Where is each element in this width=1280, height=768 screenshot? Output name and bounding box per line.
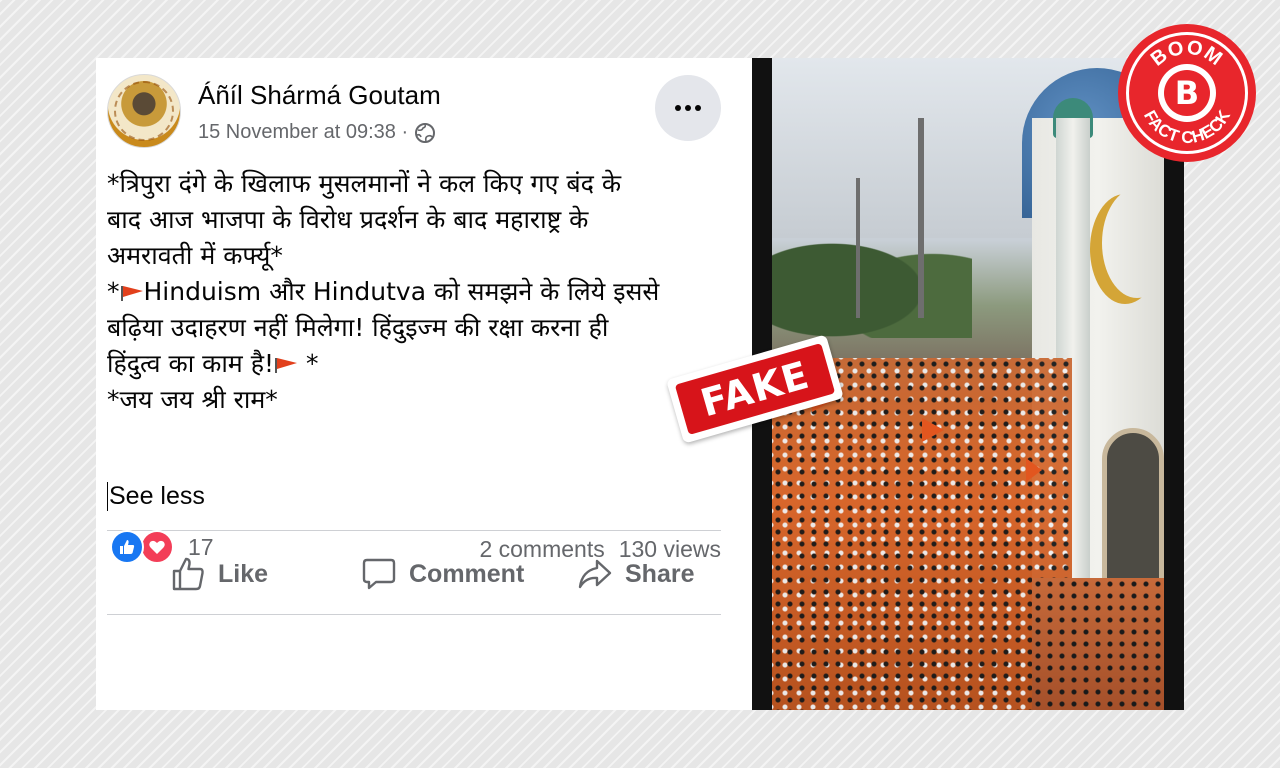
trees [772,218,972,338]
post-text-segment: हिंदुत्व का काम है! [107,349,274,378]
thumbs-up-icon [172,557,204,591]
comment-bubble-icon [362,558,396,590]
post-text-line: अमरावती में कर्फ्यू* [107,241,283,270]
post-text-line: बाद आज भाजपा के विरोध प्रदर्शन के बाद मह… [107,205,589,234]
post-text-segment: Hinduism और Hindutva को समझने के लिये इस… [143,277,660,306]
logo-core: B [1158,64,1216,122]
dot-icon [685,105,691,111]
share-label: Share [625,559,695,588]
communication-tower [856,178,860,318]
crowd [1032,578,1164,710]
like-button[interactable]: Like [170,552,268,596]
see-less-link[interactable]: See less [107,482,205,511]
share-button[interactable]: Share [577,552,694,596]
asterisk: * [305,349,319,378]
author-name[interactable]: Áñíl Shármá Goutam [198,80,441,111]
dot-icon [675,105,681,111]
more-options-button[interactable] [655,75,721,141]
facebook-post-card: Áñíl Shármá Goutam 15 November at 09:38 … [96,58,752,710]
post-text-line: *त्रिपुरा दंगे के खिलाफ मुसलमानों ने कल … [107,169,622,198]
globe-icon [415,122,436,143]
saffron-flag [1026,458,1042,482]
saffron-flag-icon [120,286,143,301]
post-text-line-4: * Hinduism और Hindutva को समझने के लिये इ… [107,274,727,310]
post-text-line-6: हिंदुत्व का काम है! * [107,346,727,382]
post-actions: Like Comment Share [96,552,752,596]
post-text-line: बढ़िया उदाहरण नहीं मिलेगा! हिंदुइज्म की … [107,313,609,342]
author-avatar[interactable] [107,74,181,148]
divider [107,530,721,531]
like-label: Like [218,559,269,588]
asterisk: * [107,277,120,306]
saffron-flag [922,418,944,442]
comment-label: Comment [409,559,525,588]
like-reaction-icon [110,530,144,564]
post-text: *त्रिपुरा दंगे के खिलाफ मुसलमानों ने कल … [107,166,727,418]
share-arrow-icon [578,559,612,589]
logo-letter: B [1164,70,1210,116]
crescent-ornament [1102,188,1164,298]
post-text-line: *जय जय श्री राम* [107,385,278,414]
divider [107,614,721,615]
saffron-flag-icon [275,358,297,373]
communication-tower [918,118,924,318]
post-meta: 15 November at 09:38 · [198,121,436,144]
comment-button[interactable]: Comment [361,552,524,596]
boom-fact-check-logo: BOOM FACT CHECK B [1118,24,1256,162]
love-reaction-icon [140,530,174,564]
dot-icon [695,105,701,111]
post-timestamp[interactable]: 15 November at 09:38 · [198,121,408,144]
